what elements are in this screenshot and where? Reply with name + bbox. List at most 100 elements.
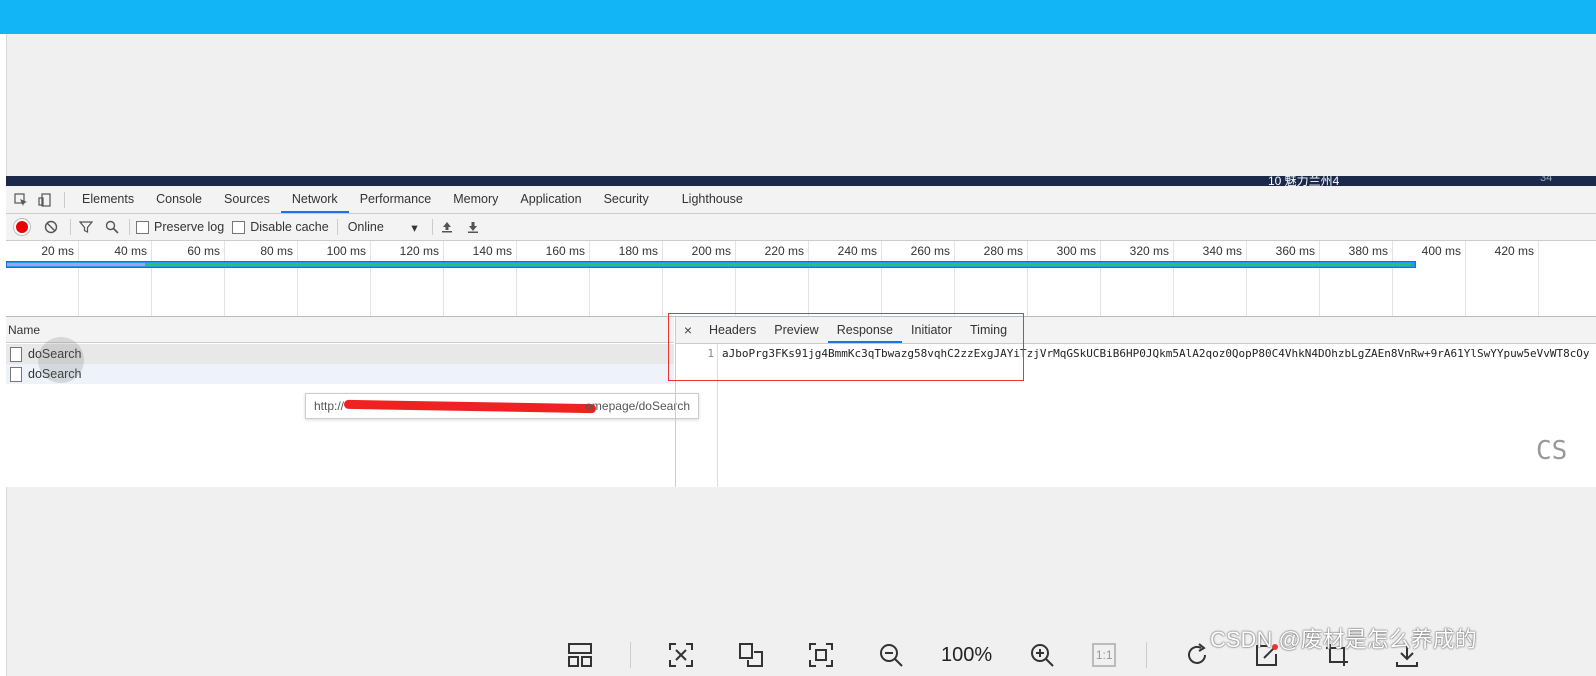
tab-performance[interactable]: Performance bbox=[349, 186, 443, 213]
timeline-tick-label: 240 ms bbox=[837, 244, 877, 258]
timeline-tick: 380 ms bbox=[1320, 241, 1393, 316]
timing-bar-content bbox=[145, 263, 1411, 266]
timeline-tick-label: 140 ms bbox=[472, 244, 512, 258]
timeline-tick-label: 320 ms bbox=[1129, 244, 1169, 258]
toolbar-separator bbox=[129, 219, 130, 235]
timeline-tick-label: 120 ms bbox=[399, 244, 439, 258]
cursor-highlight bbox=[38, 337, 84, 383]
annotation-highlight-box bbox=[668, 313, 1024, 381]
upload-icon bbox=[441, 222, 452, 233]
actual-size-button[interactable]: 1:1 bbox=[1092, 643, 1117, 667]
timeline-tick-label: 420 ms bbox=[1494, 244, 1534, 258]
request-row[interactable]: doSearch bbox=[6, 364, 674, 384]
tab-sources[interactable]: Sources bbox=[213, 186, 281, 213]
timeline-tick: 220 ms bbox=[736, 241, 809, 316]
timeline-tick-label: 300 ms bbox=[1056, 244, 1096, 258]
preserve-log-checkbox[interactable]: Preserve log bbox=[136, 220, 224, 234]
timeline-tick-label: 160 ms bbox=[545, 244, 585, 258]
timeline-tick-label: 280 ms bbox=[983, 244, 1023, 258]
url-tooltip: http:// omepage/doSearch bbox=[305, 393, 699, 419]
thumbnail-icon[interactable] bbox=[560, 637, 600, 673]
clear-button[interactable] bbox=[44, 220, 58, 234]
tab-lighthouse[interactable]: Lighthouse bbox=[660, 186, 754, 213]
timeline-tick: 140 ms bbox=[444, 241, 517, 316]
timeline-tick: 40 ms bbox=[79, 241, 152, 316]
chevron-down-icon: ▾ bbox=[411, 220, 418, 235]
redaction-mark bbox=[343, 399, 597, 414]
timeline-tick: 100 ms bbox=[298, 241, 371, 316]
download-icon bbox=[467, 222, 478, 233]
tooltip-url-prefix: http:// bbox=[314, 399, 345, 413]
timeline-tick-label: 200 ms bbox=[691, 244, 731, 258]
filter-icon bbox=[79, 221, 93, 233]
timeline-tick: 80 ms bbox=[225, 241, 298, 316]
timeline-tick: 420 ms bbox=[1466, 241, 1539, 316]
disable-cache-checkbox[interactable]: Disable cache bbox=[232, 220, 329, 234]
page-content-strip: 10 魅力兰州4 34 bbox=[6, 176, 1596, 186]
preserve-log-label: Preserve log bbox=[154, 220, 225, 234]
timeline-tick: 280 ms bbox=[955, 241, 1028, 316]
request-row[interactable]: doSearch bbox=[6, 344, 674, 364]
timeline-tick-label: 100 ms bbox=[326, 244, 366, 258]
toolbar-separator bbox=[336, 219, 338, 235]
export-har-button[interactable] bbox=[467, 221, 479, 233]
timeline-tick: 340 ms bbox=[1174, 241, 1247, 316]
timeline-tick: 400 ms bbox=[1393, 241, 1466, 316]
clear-icon bbox=[44, 220, 58, 234]
network-toolbar: Preserve log Disable cache Online ▾ bbox=[6, 214, 1596, 241]
device-toolbar-icon[interactable] bbox=[36, 191, 54, 209]
file-icon bbox=[10, 366, 22, 382]
network-overview-timeline[interactable]: 420 ms 400 ms 380 ms 360 ms 340 ms 320 ms 300 … bbox=[6, 241, 1596, 317]
timeline-tick-label: 380 ms bbox=[1348, 244, 1388, 258]
name-column-header[interactable]: Name bbox=[6, 317, 674, 343]
timeline-tick: 180 ms bbox=[590, 241, 663, 316]
side-text: CS bbox=[1536, 436, 1568, 466]
search-icon bbox=[105, 220, 119, 234]
tab-network[interactable]: Network bbox=[280, 186, 349, 213]
timing-bar-waiting bbox=[7, 263, 145, 266]
zoom-out-icon[interactable] bbox=[871, 637, 911, 673]
throttling-value: Online bbox=[347, 219, 384, 234]
timeline-tick: 360 ms bbox=[1247, 241, 1320, 316]
timeline-tick-label: 180 ms bbox=[618, 244, 658, 258]
tab-memory[interactable]: Memory bbox=[442, 186, 509, 213]
search-button[interactable] bbox=[105, 220, 119, 234]
import-har-button[interactable] bbox=[441, 221, 453, 233]
timeline-tick-label: 60 ms bbox=[187, 244, 220, 258]
devtools-panel: Elements Console Sources Network Perform… bbox=[6, 186, 1596, 487]
timeline-tick: 240 ms bbox=[809, 241, 882, 316]
throttling-select[interactable]: Online ▾ bbox=[348, 220, 418, 235]
timeline-tick-label: 260 ms bbox=[910, 244, 950, 258]
fit-screen-icon[interactable] bbox=[801, 637, 841, 673]
filter-button[interactable] bbox=[79, 220, 93, 234]
timeline-tick: 300 ms bbox=[1028, 241, 1101, 316]
toolbar-separator bbox=[70, 219, 71, 235]
extract-text-icon[interactable] bbox=[661, 637, 701, 673]
browser-top-bar bbox=[0, 0, 1596, 34]
timeline-tick-label: 220 ms bbox=[764, 244, 804, 258]
zoom-in-icon[interactable] bbox=[1022, 637, 1062, 673]
toolbar-separator bbox=[64, 191, 65, 208]
tab-security[interactable]: Security bbox=[593, 186, 660, 213]
strip-text: 10 魅力兰州4 bbox=[1268, 176, 1340, 186]
disable-cache-label: Disable cache bbox=[250, 220, 329, 234]
record-button[interactable] bbox=[14, 219, 30, 235]
timeline-tick-label: 40 ms bbox=[114, 244, 147, 258]
timeline-tick-label: 400 ms bbox=[1421, 244, 1461, 258]
timeline-tick-label: 340 ms bbox=[1202, 244, 1242, 258]
timeline-tick: 260 ms bbox=[882, 241, 955, 316]
timeline-tick-label: 20 ms bbox=[41, 244, 74, 258]
timeline-tick-label: 360 ms bbox=[1275, 244, 1315, 258]
timeline-tick: 320 ms bbox=[1101, 241, 1174, 316]
timeline-tick: 20 ms bbox=[6, 241, 79, 316]
timeline-tick: 200 ms bbox=[663, 241, 736, 316]
tab-console[interactable]: Console bbox=[145, 186, 213, 213]
inspect-element-icon[interactable] bbox=[12, 191, 30, 209]
record-icon bbox=[14, 219, 30, 235]
translate-icon[interactable] bbox=[731, 637, 771, 673]
toolbar-separator bbox=[431, 219, 433, 235]
tab-application[interactable]: Application bbox=[509, 186, 592, 213]
timeline-tick: 120 ms bbox=[371, 241, 444, 316]
tab-elements[interactable]: Elements bbox=[71, 186, 145, 213]
timeline-tick: 60 ms bbox=[152, 241, 225, 316]
